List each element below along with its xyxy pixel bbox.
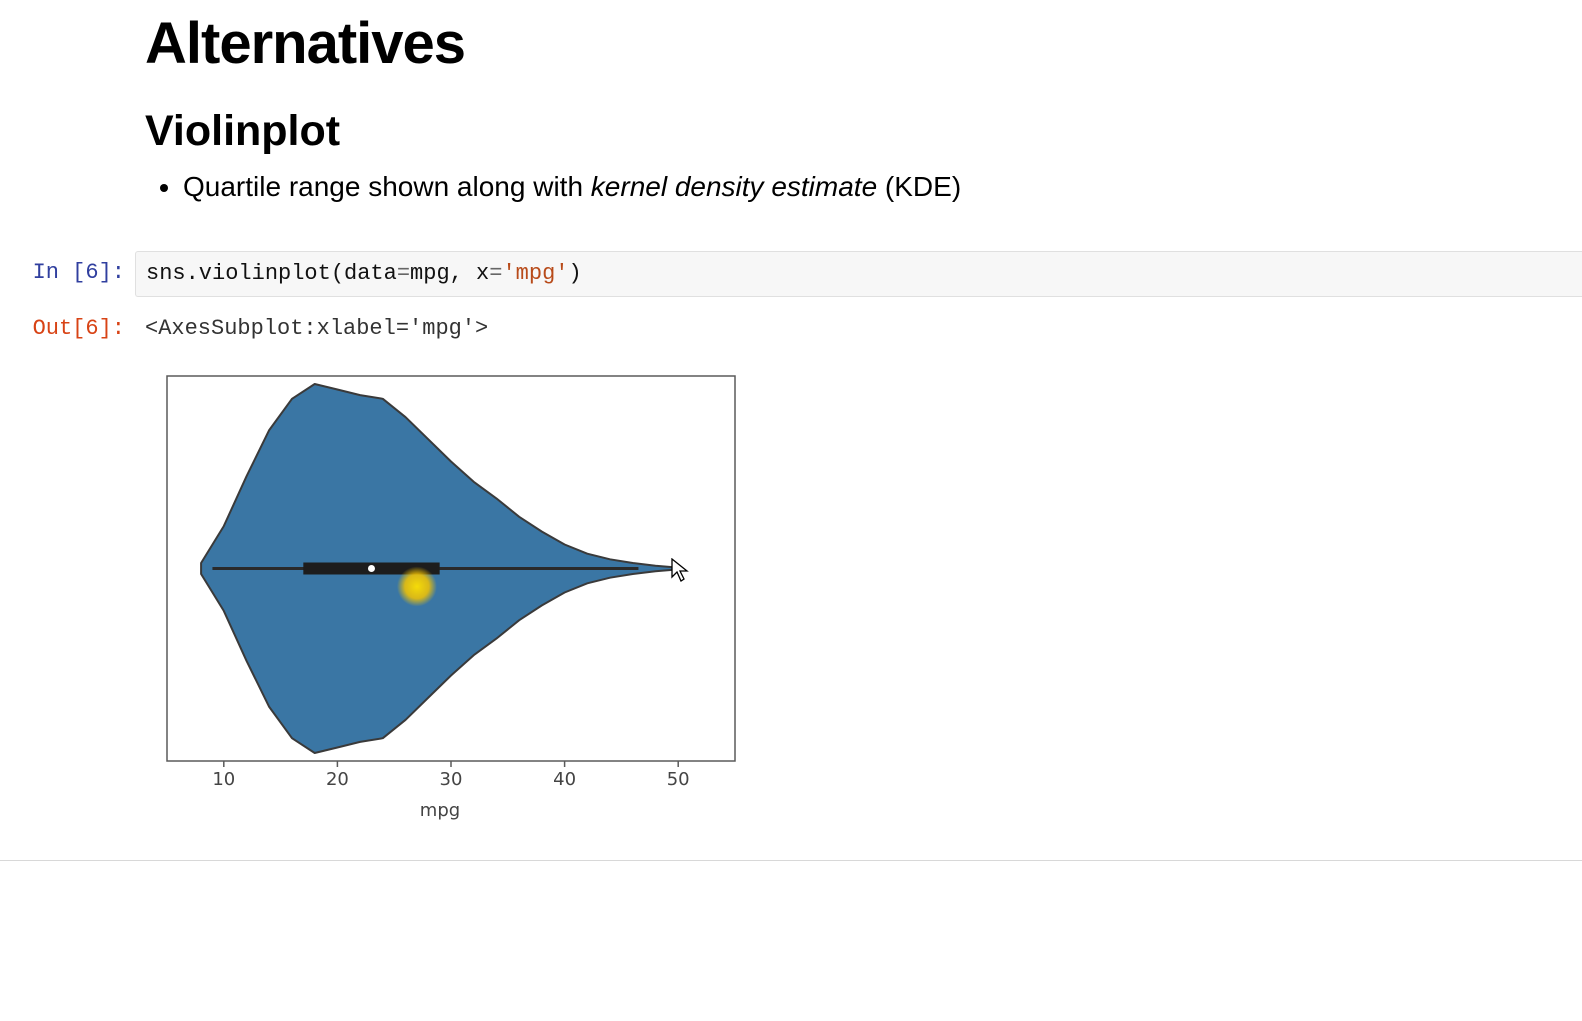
- code-input[interactable]: sns.violinplot(data=mpg, x='mpg'): [135, 251, 1582, 297]
- code-token: sns.violinplot(data: [146, 261, 397, 286]
- xtick-label: 20: [326, 769, 349, 790]
- markdown-content: Alternatives Violinplot Quartile range s…: [0, 10, 1582, 206]
- xtick-label: 10: [212, 769, 235, 790]
- input-prompt: In [6]:: [0, 251, 135, 295]
- bullet-text-post: (KDE): [877, 171, 961, 202]
- heading-violinplot: Violinplot: [145, 107, 1582, 156]
- xtick-label: 40: [553, 769, 576, 790]
- text-output: <AxesSubplot:xlabel='mpg'>: [135, 307, 1582, 351]
- x-axis-label: mpg: [145, 800, 735, 821]
- bullet-list: Quartile range shown along with kernel d…: [163, 168, 1582, 206]
- bullet-item: Quartile range shown along with kernel d…: [183, 168, 1582, 206]
- page: Alternatives Violinplot Quartile range s…: [0, 0, 1582, 1021]
- plot-output: 1020304050mpg: [145, 371, 1582, 816]
- input-row: In [6]: sns.violinplot(data=mpg, x='mpg'…: [0, 251, 1582, 297]
- heading-alternatives: Alternatives: [145, 10, 1582, 77]
- code-token: ): [568, 261, 581, 286]
- jupyter-cell: In [6]: sns.violinplot(data=mpg, x='mpg'…: [0, 251, 1582, 816]
- highlight-dot-icon: [397, 566, 437, 606]
- code-token: mpg, x: [410, 261, 489, 286]
- xtick-label: 50: [667, 769, 690, 790]
- violin-plot: 1020304050mpg: [145, 371, 753, 816]
- code-token: =: [397, 261, 410, 286]
- divider: [0, 860, 1582, 861]
- bullet-text-italic: kernel density estimate: [591, 171, 877, 202]
- output-row: Out[6]: <AxesSubplot:xlabel='mpg'>: [0, 307, 1582, 351]
- code-token: =: [489, 261, 502, 286]
- output-prompt: Out[6]:: [0, 307, 135, 351]
- code-token: 'mpg': [502, 261, 568, 286]
- bullet-text-pre: Quartile range shown along with: [183, 171, 591, 202]
- xtick-label: 30: [440, 769, 463, 790]
